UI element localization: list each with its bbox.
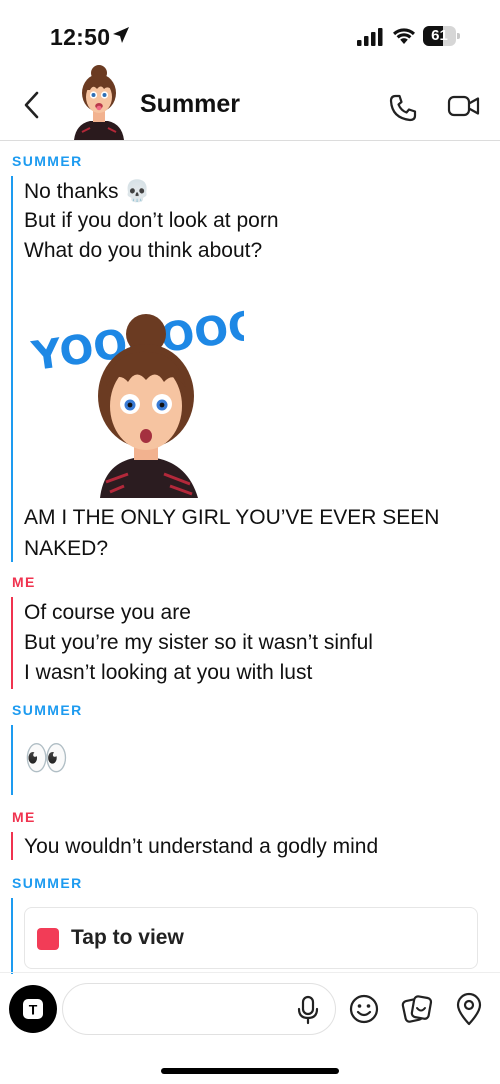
- camera-button[interactable]: T: [9, 985, 57, 1033]
- me-message-bar: [11, 832, 13, 860]
- wifi-icon: [393, 28, 415, 44]
- camera-button-label: T: [29, 1002, 38, 1018]
- microphone-icon[interactable]: [296, 995, 320, 1025]
- phone-icon[interactable]: [388, 93, 418, 123]
- location-pin-icon[interactable]: [455, 992, 483, 1026]
- message-text: AM I THE ONLY GIRL YOU’VE EVER SEEN: [24, 506, 440, 529]
- battery-level: 61: [431, 27, 448, 44]
- message-text: Of course you are: [24, 601, 191, 624]
- message-text: I wasn’t looking at you with lust: [24, 661, 313, 684]
- sender-label: ME: [12, 809, 36, 825]
- status-time: 12:50: [50, 24, 111, 50]
- sender-label: SUMMER: [12, 702, 83, 718]
- snap-icon: [37, 928, 59, 950]
- emoji-message: 👀: [24, 737, 69, 778]
- summer-message-bar: [11, 176, 13, 562]
- message-text: What do you think about?: [24, 239, 263, 262]
- message-text: But you’re my sister so it wasn’t sinful: [24, 631, 373, 654]
- camera-icon: T: [23, 999, 43, 1019]
- cellular-signal-icon: [357, 28, 383, 46]
- bitmoji-sticker[interactable]: YOOOOOOOOO YOOOOOOOOO: [24, 286, 244, 498]
- emoji-icon[interactable]: [348, 993, 380, 1025]
- avatar[interactable]: [68, 64, 130, 140]
- snap-card[interactable]: Tap to view: [24, 907, 478, 969]
- message-text: NAKED?: [24, 537, 109, 560]
- sender-label: SUMMER: [12, 153, 83, 169]
- back-button[interactable]: [18, 90, 48, 120]
- tap-to-view-label: Tap to view: [71, 926, 184, 949]
- sticker-icon[interactable]: [401, 993, 433, 1025]
- chat-header: Summer: [0, 62, 500, 141]
- sender-label: ME: [12, 574, 36, 590]
- message-text: No thanks 💀: [24, 180, 151, 203]
- message-text: But if you don’t look at porn: [24, 209, 279, 232]
- status-bar: 12:50 61: [0, 0, 500, 62]
- message-text: You wouldn’t understand a godly mind: [24, 835, 379, 858]
- chat-composer: T: [0, 972, 500, 1084]
- me-message-bar: [11, 597, 13, 689]
- home-indicator[interactable]: [161, 1068, 339, 1074]
- contact-name[interactable]: Summer: [140, 90, 240, 119]
- location-arrow-icon: [113, 27, 129, 43]
- battery-icon: 61: [423, 26, 460, 46]
- summer-message-bar: [11, 898, 13, 974]
- summer-message-bar: [11, 725, 13, 795]
- sender-label: SUMMER: [12, 875, 83, 891]
- video-camera-icon[interactable]: [447, 94, 481, 118]
- chat-input[interactable]: [62, 983, 336, 1035]
